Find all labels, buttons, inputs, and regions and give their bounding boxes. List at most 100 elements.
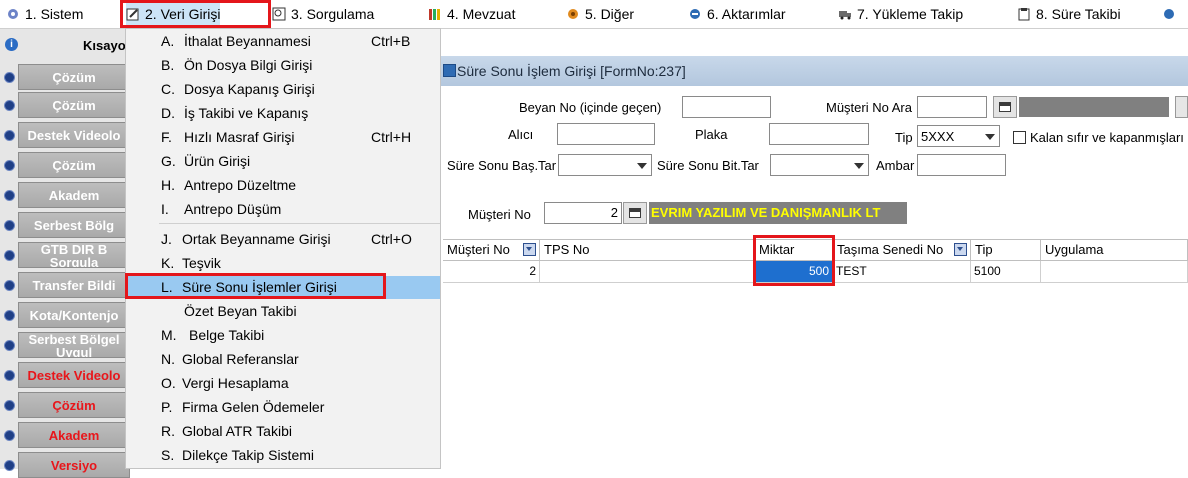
- cell-tasima-senedi-no[interactable]: TEST: [833, 261, 971, 283]
- shortcut-button[interactable]: Çözüm: [18, 152, 130, 178]
- bullet-icon: [4, 250, 15, 261]
- menu-item[interactable]: P. Firma Gelen Ödemeler: [126, 396, 440, 419]
- bullet-icon: [4, 72, 15, 83]
- menu-item[interactable]: C. Dosya Kapanış Girişi: [126, 78, 440, 101]
- bullet-icon: [4, 130, 15, 141]
- menu-sure-takibi-label: 8. Süre Takibi: [1036, 6, 1121, 22]
- shortcut-button[interactable]: Çözüm: [18, 92, 130, 118]
- menu-item[interactable]: K. Teşvik: [126, 252, 440, 275]
- menu-item-label: Ortak Beyanname Girişi: [182, 231, 331, 247]
- musteri-no-ara-input[interactable]: [917, 96, 987, 118]
- shortcut-button[interactable]: Akadem: [18, 182, 130, 208]
- filter-icon[interactable]: [954, 243, 967, 256]
- bullet-icon: [4, 160, 15, 171]
- alici-label: Alıcı: [508, 127, 534, 142]
- menu-aktarimlar-label: 6. Aktarımlar: [707, 6, 786, 22]
- col-tps-no[interactable]: TPS No: [540, 239, 755, 261]
- shortcut-button[interactable]: Serbest Bölg: [18, 212, 130, 238]
- col-tps-no-label: TPS No: [544, 242, 590, 257]
- menu-sistem[interactable]: 1. Sistem: [6, 0, 83, 28]
- info-icon: i: [5, 38, 18, 51]
- menu-item[interactable]: A. İthalat Beyannamesi Ctrl+B: [126, 30, 440, 53]
- menu-item[interactable]: R. Global ATR Takibi: [126, 420, 440, 443]
- cell-uygulama[interactable]: [1041, 261, 1188, 283]
- menu-item[interactable]: I. Antrepo Düşüm: [126, 198, 440, 221]
- shortcut-button[interactable]: Çözüm: [18, 64, 130, 90]
- col-musteri-no[interactable]: Müşteri No: [443, 239, 540, 261]
- menu-sure-takibi[interactable]: 8. Süre Takibi: [1017, 0, 1121, 28]
- bullet-icon: [4, 280, 15, 291]
- cell-tip[interactable]: 5100: [971, 261, 1041, 283]
- bullet-icon: [4, 190, 15, 201]
- menu-mevzuat[interactable]: 4. Mevzuat: [428, 0, 515, 28]
- sure-sonu-bas-select[interactable]: [558, 154, 652, 176]
- menu-item[interactable]: H. Antrepo Düzeltme: [126, 174, 440, 197]
- ambar-input[interactable]: [917, 154, 1006, 176]
- menu-more-icon[interactable]: [1162, 0, 1188, 28]
- shortcut-button[interactable]: Akadem: [18, 422, 130, 448]
- kalan-sifir-checkbox[interactable]: [1013, 131, 1026, 144]
- plaka-input[interactable]: [769, 123, 869, 145]
- musteri-lookup-button[interactable]: [993, 96, 1017, 118]
- shortcut-button-label: Çözüm: [52, 398, 96, 413]
- shortcut-button-label: Çözüm: [52, 98, 96, 113]
- shortcut-panel-title: Kısayo: [83, 38, 126, 53]
- musteri-no-input[interactable]: 2: [544, 202, 622, 224]
- sure-sonu-bas-label: Süre Sonu Baş.Tar: [447, 158, 557, 173]
- menu-item-key: R.: [161, 423, 175, 439]
- cell-value: 2: [529, 264, 536, 278]
- menu-yukleme-takip[interactable]: 7. Yükleme Takip: [838, 0, 963, 28]
- menu-item[interactable]: N. Global Referanslar: [126, 348, 440, 371]
- shortcut-button[interactable]: Transfer Bildi: [18, 272, 130, 298]
- col-musteri-no-label: Müşteri No: [447, 242, 510, 257]
- menu-item-key: N.: [161, 351, 175, 367]
- menu-item-label: Firma Gelen Ödemeler: [182, 399, 325, 415]
- shortcut-button[interactable]: Çözüm: [18, 392, 130, 418]
- chevron-down-icon: [637, 163, 647, 169]
- menu-item[interactable]: Özet Beyan Takibi: [126, 300, 440, 323]
- shortcut-button[interactable]: Versiyo: [18, 452, 130, 478]
- menu-item[interactable]: O. Vergi Hesaplama: [126, 372, 440, 395]
- menu-item-shortcut: Ctrl+O: [371, 231, 412, 247]
- menu-separator: [159, 223, 440, 224]
- menu-item[interactable]: G. Ürün Girişi: [126, 150, 440, 173]
- edge-button[interactable]: [1175, 96, 1188, 118]
- menu-aktarimlar[interactable]: 6. Aktarımlar: [688, 0, 786, 28]
- query-icon: [272, 7, 286, 21]
- menu-sorgulama[interactable]: 3. Sorgulama: [272, 0, 374, 28]
- col-tasima-senedi-no[interactable]: Taşıma Senedi No: [833, 239, 971, 261]
- cell-musteri-no[interactable]: 2: [443, 261, 540, 283]
- wrench-icon: [8, 9, 18, 19]
- col-tip[interactable]: Tip: [971, 239, 1041, 261]
- menu-item-label: Antrepo Düzeltme: [184, 177, 297, 193]
- menu-diger[interactable]: 5. Diğer: [566, 0, 634, 28]
- tip-select[interactable]: 5XXX: [917, 125, 1000, 147]
- menu-item-label: Global Referanslar: [182, 351, 299, 367]
- musteri-no-lookup-button[interactable]: [623, 202, 647, 224]
- musteri-no-value: 2: [610, 205, 618, 220]
- shortcut-button-label: Serbest Bölgel Uygul: [28, 332, 120, 358]
- shortcut-button[interactable]: Serbest Bölgel Uygul: [18, 332, 130, 358]
- menu-item-key: H.: [161, 177, 175, 193]
- cell-tps-no[interactable]: [540, 261, 755, 283]
- company-name-display: EVRIM YAZILIM VE DANIŞMANLIK LT: [649, 202, 907, 224]
- menu-item[interactable]: M. Belge Takibi: [126, 324, 440, 347]
- menu-item[interactable]: S. Dilekçe Takip Sistemi: [126, 444, 440, 467]
- menu-item[interactable]: J. Ortak Beyanname Girişi Ctrl+O: [126, 228, 440, 251]
- alici-input[interactable]: [557, 123, 655, 145]
- menu-item-label: İthalat Beyannamesi: [184, 33, 311, 49]
- menu-item-label: Global ATR Takibi: [182, 423, 292, 439]
- menu-item-label: Ön Dosya Bilgi Girişi: [184, 57, 313, 73]
- beyan-no-input[interactable]: [682, 96, 771, 118]
- shortcut-button[interactable]: Destek Videolo: [18, 122, 130, 148]
- sure-sonu-bit-select[interactable]: [770, 154, 869, 176]
- col-tip-label: Tip: [975, 242, 993, 257]
- shortcut-button[interactable]: GTB DIR B Sorgula: [18, 242, 130, 268]
- menu-item[interactable]: B. Ön Dosya Bilgi Girişi: [126, 54, 440, 77]
- filter-icon[interactable]: [523, 243, 536, 256]
- menu-item[interactable]: F. Hızlı Masraf Girişi Ctrl+H: [126, 126, 440, 149]
- col-uygulama[interactable]: Uygulama: [1041, 239, 1188, 261]
- menu-item[interactable]: D. İş Takibi ve Kapanış: [126, 102, 440, 125]
- shortcut-button[interactable]: Kota/Kontenjo: [18, 302, 130, 328]
- shortcut-button[interactable]: Destek Videolo: [18, 362, 130, 388]
